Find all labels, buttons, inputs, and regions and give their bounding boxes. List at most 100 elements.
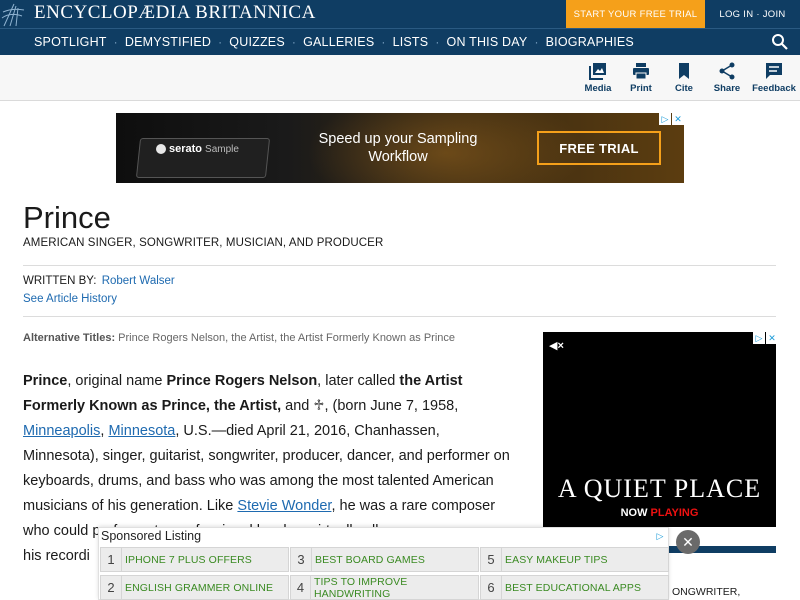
- sponsored-item[interactable]: 6 BEST EDUCATIONAL APPS: [480, 575, 669, 600]
- banner-headline-line2: Workflow: [368, 149, 428, 165]
- body-text: and ♱, (born June 7, 1958,: [281, 398, 459, 414]
- article-toolbar: Media Print Cite Share Feedback: [0, 55, 800, 101]
- banner-headline: Speed up your Sampling Workflow: [308, 130, 488, 166]
- sponsored-item-number: 5: [481, 548, 502, 571]
- serato-logo-icon: [156, 144, 166, 154]
- share-label: Share: [713, 83, 741, 94]
- nav-lists[interactable]: LISTS: [393, 35, 429, 49]
- sponsored-item[interactable]: 4 TIPS TO IMPROVE HANDWRITING: [290, 575, 479, 600]
- sponsored-item-label: BEST BOARD GAMES: [315, 553, 425, 566]
- full-name-bold: Prince Rogers Nelson: [166, 373, 318, 389]
- nav-separator: ·: [435, 35, 440, 49]
- main-nav: SPOTLIGHT · DEMYSTIFIED · QUIZZES · GALL…: [0, 28, 800, 55]
- sponsored-item-label: IPHONE 7 PLUS OFFERS: [125, 553, 252, 566]
- body-text: his recordi: [23, 548, 90, 564]
- cite-button[interactable]: Cite: [661, 62, 707, 94]
- nav-biographies[interactable]: BIOGRAPHIES: [546, 35, 634, 49]
- media-icon: [589, 63, 606, 80]
- media-label: Media: [584, 83, 612, 94]
- cite-label: Cite: [675, 83, 693, 94]
- share-button[interactable]: Share: [704, 62, 750, 94]
- sponsored-item[interactable]: 2 ENGLISH GRAMMER ONLINE: [100, 575, 289, 600]
- sponsored-item-label: BEST EDUCATIONAL APPS: [505, 581, 642, 594]
- nav-spotlight[interactable]: SPOTLIGHT: [34, 35, 107, 49]
- page-title: Prince: [23, 200, 111, 235]
- sponsored-item-label: ENGLISH GRAMMER ONLINE: [125, 581, 274, 594]
- sponsored-item-number: 6: [481, 576, 502, 599]
- page-subtitle: AMERICAN SINGER, SONGWRITER, MUSICIAN, A…: [23, 237, 384, 249]
- divider: [23, 265, 776, 266]
- adchoices-icon[interactable]: ▷: [654, 530, 666, 542]
- sponsored-item-number: 4: [291, 576, 311, 599]
- nav-demystified[interactable]: DEMYSTIFIED: [125, 35, 211, 49]
- nav-quizzes[interactable]: QUIZZES: [229, 35, 285, 49]
- body-text: , later called: [317, 373, 400, 389]
- ad-movie-title: A QUIET PLACE: [557, 474, 762, 503]
- britannica-logo[interactable]: ENCYCLOPÆDIA BRITANNICA: [0, 0, 316, 28]
- close-sponsored-button[interactable]: ✕: [676, 530, 700, 554]
- alternative-titles-label: Alternative Titles:: [23, 332, 116, 344]
- sponsored-listing: Sponsored Listing ▷ 1 IPHONE 7 PLUS OFFE…: [98, 527, 669, 600]
- written-by: WRITTEN BY: Robert Walser: [23, 275, 175, 287]
- quiet-place-video-ad[interactable]: ◀× A QUIET PLACE NOW PLAYING: [543, 332, 776, 527]
- free-trial-button[interactable]: START YOUR FREE TRIAL: [566, 0, 705, 28]
- close-ad-icon[interactable]: ✕: [672, 113, 684, 125]
- article-history-link[interactable]: See Article History: [23, 293, 117, 305]
- print-label: Print: [630, 83, 652, 94]
- sponsored-item-number: 3: [291, 548, 312, 571]
- adchoices-icon[interactable]: ▷: [753, 332, 765, 344]
- sponsored-title: Sponsored Listing: [101, 529, 202, 543]
- minneapolis-link[interactable]: Minneapolis: [23, 423, 100, 439]
- print-button[interactable]: Print: [618, 62, 664, 94]
- adchoices[interactable]: ▷ ✕: [658, 113, 684, 125]
- ad-now-text: NOW: [620, 507, 648, 519]
- nav-separator: ·: [291, 35, 297, 49]
- print-icon: [633, 63, 649, 80]
- alternative-titles-value: Prince Rogers Nelson, the Artist, the Ar…: [118, 332, 456, 344]
- sidebar-peek-text: ONGWRITER,: [672, 586, 741, 598]
- free-trial-cta[interactable]: FREE TRIAL: [537, 131, 661, 165]
- sponsored-item-label: TIPS TO IMPROVE HANDWRITING: [314, 575, 408, 600]
- banner-headline-line1: Speed up your Sampling: [318, 131, 478, 147]
- ad-now-playing: NOW PLAYING: [543, 507, 776, 519]
- nav-on-this-day[interactable]: ON THIS DAY: [447, 35, 528, 49]
- nav-separator: ·: [534, 35, 539, 49]
- serato-banner-ad[interactable]: serato Sample Speed up your Sampling Wor…: [116, 113, 684, 183]
- nav-galleries[interactable]: GALLERIES: [303, 35, 374, 49]
- sponsored-item-number: 2: [101, 576, 122, 599]
- ad-playing-text: PLAYING: [650, 507, 699, 519]
- author-link[interactable]: Robert Walser: [102, 275, 175, 287]
- feedback-button[interactable]: Feedback: [751, 62, 797, 94]
- nav-separator: ·: [113, 35, 118, 49]
- bookmark-icon: [679, 63, 689, 79]
- body-text: , original name: [67, 373, 167, 389]
- alternative-titles: Alternative Titles: Prince Rogers Nelson…: [23, 332, 455, 344]
- adchoices-icon[interactable]: ▷: [659, 113, 671, 125]
- side-adchoices[interactable]: ▷ ✕: [752, 332, 778, 344]
- top-bar: ENCYCLOPÆDIA BRITANNICA START YOUR FREE …: [0, 0, 800, 28]
- mute-icon[interactable]: ◀×: [549, 339, 564, 352]
- close-ad-icon[interactable]: ✕: [766, 332, 778, 344]
- serato-brand-sub: Sample: [205, 143, 239, 155]
- share-icon: [719, 62, 735, 80]
- serato-logo: serato Sample: [156, 143, 239, 155]
- minnesota-link[interactable]: Minnesota: [108, 423, 175, 439]
- serato-brand: serato: [169, 143, 203, 155]
- divider: [23, 316, 776, 317]
- nav-separator: ·: [218, 35, 223, 49]
- search-icon[interactable]: [771, 33, 789, 51]
- written-by-label: WRITTEN BY:: [23, 275, 97, 287]
- login-join-link[interactable]: LOG IN · JOIN: [705, 0, 800, 28]
- nav-separator: ·: [381, 35, 386, 49]
- feedback-icon: [766, 63, 782, 79]
- feedback-label: Feedback: [752, 83, 796, 94]
- sponsored-item-label: EASY MAKEUP TIPS: [505, 553, 608, 566]
- media-button[interactable]: Media: [575, 62, 621, 94]
- sponsored-item[interactable]: 5 EASY MAKEUP TIPS: [480, 547, 669, 572]
- sponsored-item[interactable]: 3 BEST BOARD GAMES: [290, 547, 479, 572]
- thistle-logo-icon: [0, 0, 28, 28]
- name-bold: Prince: [23, 373, 68, 389]
- sponsored-item[interactable]: 1 IPHONE 7 PLUS OFFERS: [100, 547, 289, 572]
- stevie-wonder-link[interactable]: Stevie Wonder: [237, 498, 331, 514]
- logo-text: ENCYCLOPÆDIA BRITANNICA: [34, 2, 316, 23]
